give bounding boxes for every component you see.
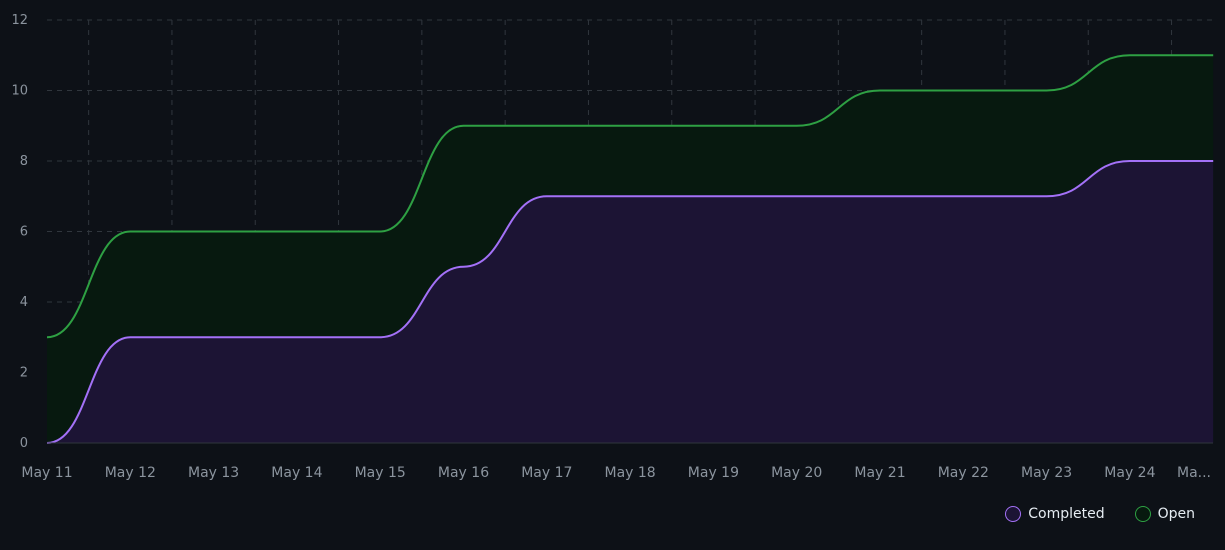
x-tick-label: May 18 [604,465,655,481]
area-chart: 0 2 4 6 8 10 12 May 11 May 12 May 13 May 14 May 15 M… [11,13,1214,481]
x-tick-label: May 11 [21,465,72,481]
x-tick-label: May 17 [521,465,572,481]
y-tick-label: 10 [11,84,28,99]
x-tick-label: May 21 [854,465,905,481]
legend-item-open[interactable]: Open [1134,506,1195,522]
legend-label-completed: Completed [1028,506,1105,522]
x-tick-label: May 19 [688,465,739,481]
y-tick-label: 12 [11,13,28,28]
chart-container: 0 2 4 6 8 10 12 May 11 May 12 May 13 May 14 May 15 M… [0,0,1225,546]
x-tick-label: May 16 [438,465,489,481]
x-tick-label: May 22 [938,465,989,481]
y-tick-label: 6 [20,225,28,240]
y-tick-label: 2 [20,366,28,381]
x-tick-label: May 14 [271,465,322,481]
legend: Completed Open [1005,506,1195,522]
y-tick-label: 4 [20,295,28,310]
legend-label-open: Open [1157,506,1195,522]
y-tick-label: 0 [20,436,28,451]
x-tick-label: May 24 [1104,465,1155,481]
legend-item-completed[interactable]: Completed [1005,506,1105,522]
x-tick-label: May 15 [355,465,406,481]
legend-swatch-completed [1005,506,1022,522]
y-tick-label: 8 [20,154,28,169]
x-tick-label: May 20 [771,465,822,481]
legend-swatch-open [1134,506,1151,522]
x-tick-label: May 12 [105,465,156,481]
x-tick-label: May 23 [1021,465,1072,481]
x-tick-label: May 13 [188,465,239,481]
x-tick-label: Ma... [1177,465,1211,481]
